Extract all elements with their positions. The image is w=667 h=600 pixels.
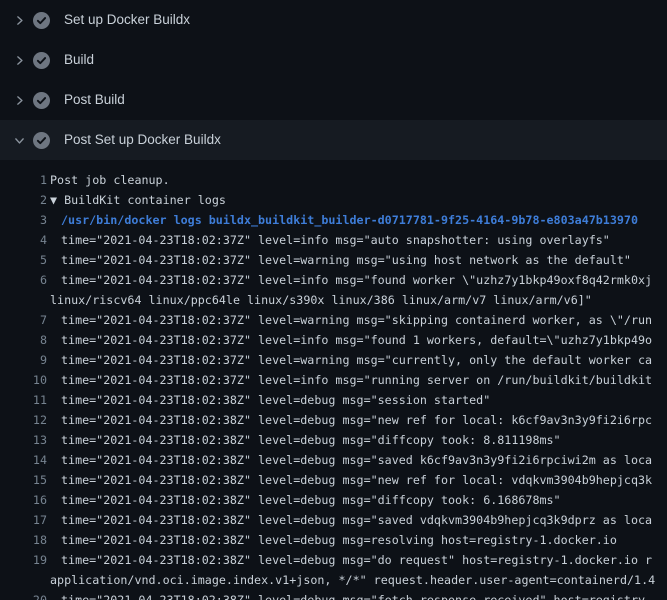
log-line-text: time="2021-04-23T18:02:38Z" level=debug … xyxy=(61,410,652,430)
log-line-text: time="2021-04-23T18:02:38Z" level=debug … xyxy=(61,430,561,450)
log-line: 14 time="2021-04-23T18:02:38Z" level=debu… xyxy=(0,450,667,470)
line-number[interactable]: 14 xyxy=(0,450,47,470)
log-line-text: time="2021-04-23T18:02:38Z" level=debug … xyxy=(61,450,652,470)
log-line-text: linux/riscv64 linux/ppc64le linux/s390x … xyxy=(50,290,592,310)
step-header-post-build[interactable]: Post Build xyxy=(0,80,667,120)
group-label: BuildKit container logs xyxy=(64,193,226,207)
line-number[interactable]: 3 xyxy=(0,210,47,230)
log-line-text: application/vnd.oci.image.index.v1+json,… xyxy=(50,570,655,590)
log-line: application/vnd.oci.image.index.v1+json,… xyxy=(0,570,667,590)
step-header-set-up-docker-buildx[interactable]: Set up Docker Buildx xyxy=(0,0,667,40)
check-circle-icon xyxy=(33,52,50,69)
line-number[interactable]: 2 xyxy=(0,190,47,210)
check-circle-icon xyxy=(33,12,50,29)
log-line-text: time="2021-04-23T18:02:37Z" level=warnin… xyxy=(61,310,652,330)
job-steps-list: Set up Docker Buildx Build Post Build Post … xyxy=(0,0,667,160)
log-line: 4 time="2021-04-23T18:02:37Z" level=info … xyxy=(0,230,667,250)
log-line: 2▼ BuildKit container logs xyxy=(0,190,667,210)
log-line: linux/riscv64 linux/ppc64le linux/s390x … xyxy=(0,290,667,310)
log-line: 1Post job cleanup. xyxy=(0,170,667,190)
line-number[interactable]: 1 xyxy=(0,170,47,190)
log-line: 9 time="2021-04-23T18:02:37Z" level=warni… xyxy=(0,350,667,370)
log-line: 10 time="2021-04-23T18:02:37Z" level=info… xyxy=(0,370,667,390)
log-line-text: time="2021-04-23T18:02:37Z" level=info m… xyxy=(61,270,652,290)
log-line: 5 time="2021-04-23T18:02:37Z" level=warni… xyxy=(0,250,667,270)
step-label: Post Build xyxy=(64,93,125,107)
line-number[interactable]: 12 xyxy=(0,410,47,430)
step-header-post-set-up-docker-buildx[interactable]: Post Set up Docker Buildx xyxy=(0,120,667,160)
step-label: Set up Docker Buildx xyxy=(64,13,190,27)
log-line: 17 time="2021-04-23T18:02:38Z" level=debu… xyxy=(0,510,667,530)
workflow-log-viewer: Set up Docker Buildx Build Post Build Post … xyxy=(0,0,667,600)
log-line-text: time="2021-04-23T18:02:38Z" level=debug … xyxy=(61,490,561,510)
log-line-text: time="2021-04-23T18:02:37Z" level=warnin… xyxy=(61,250,631,270)
log-line-text: Post job cleanup. xyxy=(50,170,170,190)
command-text: /usr/bin/docker logs buildx_buildkit_bui… xyxy=(61,210,638,230)
log-line-text: time="2021-04-23T18:02:38Z" level=debug … xyxy=(61,530,617,550)
line-number[interactable]: 8 xyxy=(0,330,47,350)
log-line: 3/usr/bin/docker logs buildx_buildkit_bu… xyxy=(0,210,667,230)
log-line: 7 time="2021-04-23T18:02:37Z" level=warni… xyxy=(0,310,667,330)
log-line: 20 time="2021-04-23T18:02:38Z" level=debu… xyxy=(0,590,667,600)
log-line: 15 time="2021-04-23T18:02:38Z" level=debu… xyxy=(0,470,667,490)
step-label: Post Set up Docker Buildx xyxy=(64,133,221,147)
line-number[interactable]: 19 xyxy=(0,550,47,570)
log-line-text: time="2021-04-23T18:02:37Z" level=info m… xyxy=(61,230,610,250)
check-circle-icon xyxy=(33,92,50,109)
line-number[interactable]: 6 xyxy=(0,270,47,290)
line-number[interactable]: 15 xyxy=(0,470,47,490)
line-number[interactable]: 5 xyxy=(0,250,47,270)
chevron-right-icon xyxy=(12,53,26,67)
line-number[interactable]: 16 xyxy=(0,490,47,510)
chevron-down-icon xyxy=(12,133,26,147)
log-line: 6 time="2021-04-23T18:02:37Z" level=info … xyxy=(0,270,667,290)
log-line: 8 time="2021-04-23T18:02:37Z" level=info … xyxy=(0,330,667,350)
chevron-right-icon xyxy=(12,93,26,107)
log-line-text: time="2021-04-23T18:02:38Z" level=debug … xyxy=(61,590,652,600)
step-header-build[interactable]: Build xyxy=(0,40,667,80)
log-line: 16 time="2021-04-23T18:02:38Z" level=debu… xyxy=(0,490,667,510)
log-line-text: time="2021-04-23T18:02:38Z" level=debug … xyxy=(61,550,652,570)
group-toggle-icon[interactable]: ▼ xyxy=(50,193,64,207)
log-line-text: time="2021-04-23T18:02:37Z" level=warnin… xyxy=(61,350,652,370)
log-line-text: time="2021-04-23T18:02:38Z" level=debug … xyxy=(61,510,652,530)
line-number[interactable]: 10 xyxy=(0,370,47,390)
log-line-text: time="2021-04-23T18:02:38Z" level=debug … xyxy=(61,470,652,490)
log-area: 1Post job cleanup.2▼ BuildKit container … xyxy=(0,160,667,600)
step-label: Build xyxy=(64,53,94,67)
chevron-right-icon xyxy=(12,13,26,27)
line-number[interactable]: 20 xyxy=(0,590,47,600)
log-group-header: ▼ BuildKit container logs xyxy=(50,190,226,210)
check-circle-icon xyxy=(33,132,50,149)
line-number[interactable]: 9 xyxy=(0,350,47,370)
line-number[interactable]: 4 xyxy=(0,230,47,250)
line-number[interactable]: 18 xyxy=(0,530,47,550)
line-number[interactable]: 13 xyxy=(0,430,47,450)
log-line: 18 time="2021-04-23T18:02:38Z" level=debu… xyxy=(0,530,667,550)
log-line: 11 time="2021-04-23T18:02:38Z" level=debu… xyxy=(0,390,667,410)
log-line: 13 time="2021-04-23T18:02:38Z" level=debu… xyxy=(0,430,667,450)
line-number[interactable]: 17 xyxy=(0,510,47,530)
line-number[interactable]: 11 xyxy=(0,390,47,410)
line-number xyxy=(0,570,47,590)
log-line-text: time="2021-04-23T18:02:38Z" level=debug … xyxy=(61,390,490,410)
line-number xyxy=(0,290,47,310)
log-line: 12 time="2021-04-23T18:02:38Z" level=debu… xyxy=(0,410,667,430)
log-line-text: time="2021-04-23T18:02:37Z" level=info m… xyxy=(61,370,652,390)
line-number[interactable]: 7 xyxy=(0,310,47,330)
log-line: 19 time="2021-04-23T18:02:38Z" level=debu… xyxy=(0,550,667,570)
log-line-text: time="2021-04-23T18:02:37Z" level=info m… xyxy=(61,330,652,350)
